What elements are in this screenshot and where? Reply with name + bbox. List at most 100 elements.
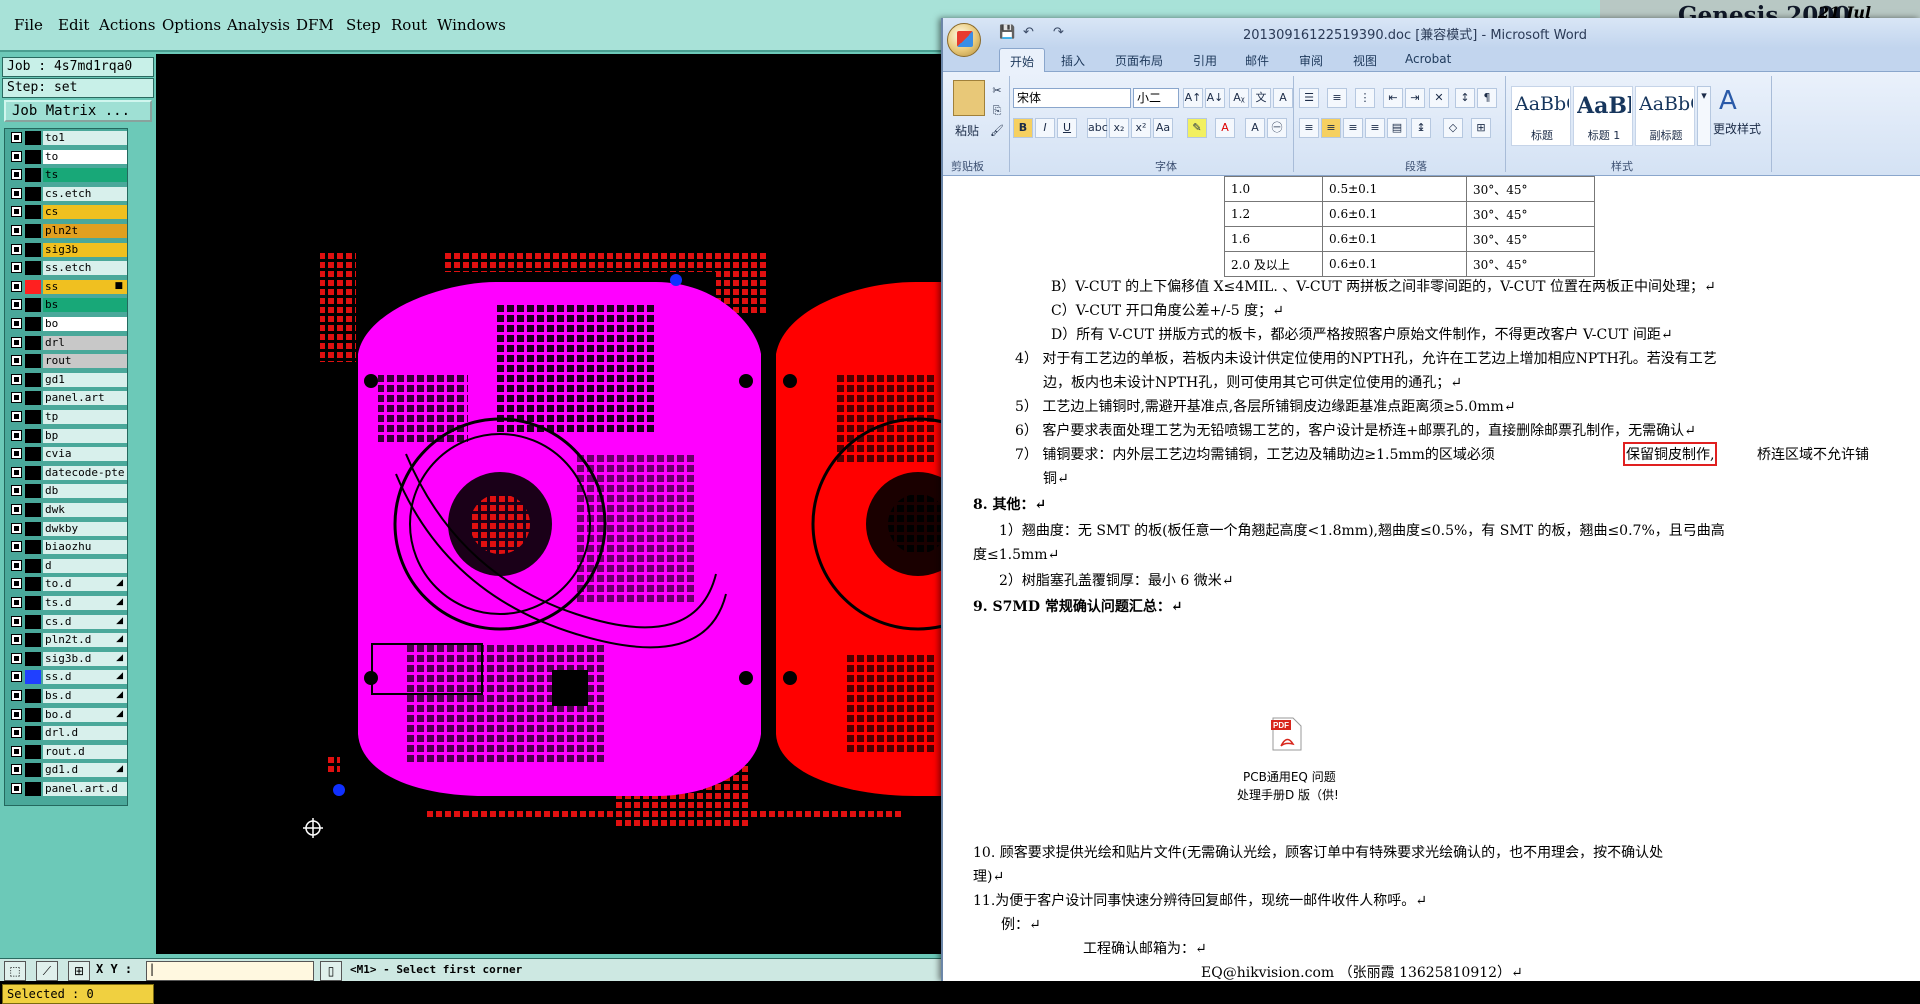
layer-checkbox[interactable] <box>11 187 22 199</box>
layer-name[interactable]: biaozhu <box>43 540 127 555</box>
bullets-icon[interactable]: ☰ <box>1299 88 1319 108</box>
layer-name[interactable]: ss.etch <box>43 261 127 276</box>
menu-windows[interactable]: Windows <box>437 16 506 34</box>
layer-name[interactable]: bs.d <box>43 689 127 703</box>
layer-name[interactable]: gd1 <box>43 372 127 387</box>
layer-checkbox[interactable] <box>11 727 22 739</box>
layer-checkbox[interactable] <box>11 262 22 274</box>
layer-row[interactable]: ss ■ <box>7 279 127 294</box>
layer-color-swatch[interactable] <box>25 614 41 629</box>
layer-color-swatch[interactable] <box>25 503 41 517</box>
layer-checkbox[interactable] <box>11 392 22 404</box>
menu-file[interactable]: File <box>14 16 43 34</box>
layer-color-swatch[interactable] <box>25 763 41 778</box>
layer-color-swatch[interactable] <box>25 577 41 592</box>
layer-name[interactable]: tp <box>43 410 127 424</box>
layer-name[interactable]: dwkby <box>43 521 127 536</box>
layer-name[interactable]: drl.d <box>43 726 127 741</box>
save-icon[interactable]: 💾 <box>999 25 1015 40</box>
menu-actions[interactable]: Actions <box>99 16 155 34</box>
style-title[interactable]: AaBbC(标题 <box>1511 86 1571 146</box>
layer-checkbox[interactable] <box>11 671 22 683</box>
change-styles-label[interactable]: 更改样式 <box>1713 120 1761 137</box>
align-center-icon[interactable]: ≡ <box>1321 118 1341 138</box>
layer-color-swatch[interactable] <box>25 410 41 424</box>
layer-row[interactable]: ts.d ◢ <box>7 596 127 610</box>
layer-checkbox[interactable] <box>11 764 22 776</box>
layer-color-swatch[interactable] <box>25 465 41 480</box>
char-border-icon[interactable]: A <box>1273 88 1293 108</box>
layer-checkbox[interactable] <box>11 466 22 478</box>
layer-checkbox[interactable] <box>11 132 22 143</box>
layer-checkbox[interactable] <box>11 448 22 460</box>
shrink-font-icon[interactable]: A↓ <box>1205 88 1225 108</box>
layer-color-swatch[interactable] <box>25 744 41 759</box>
tab-view[interactable]: 视图 <box>1353 52 1377 69</box>
layer-row[interactable]: dwk <box>7 503 127 517</box>
font-name-select[interactable]: 宋体 <box>1013 88 1131 108</box>
layer-name[interactable]: sig3b.d <box>43 651 127 666</box>
layer-checkbox[interactable] <box>11 206 22 218</box>
layer-name[interactable]: rout <box>43 354 127 369</box>
copy-icon[interactable]: ⎘ <box>987 102 1007 122</box>
layer-checkbox[interactable] <box>11 708 22 720</box>
layer-checkbox[interactable] <box>11 280 22 292</box>
layer-color-swatch[interactable] <box>25 298 41 313</box>
layer-name[interactable]: bs <box>43 298 127 313</box>
layer-color-swatch[interactable] <box>25 782 41 796</box>
layer-checkbox[interactable] <box>11 504 22 515</box>
layer-row[interactable]: ss.d ◢ <box>7 670 127 685</box>
layer-checkbox[interactable] <box>11 373 22 385</box>
layer-color-swatch[interactable] <box>25 224 41 238</box>
layer-row[interactable]: ss.etch <box>7 261 127 276</box>
document-page[interactable]: 1.0 0.5±0.1 30°、45° 1.2 0.6±0.1 30°、45° 1.6 0.6… <box>943 176 1920 981</box>
layer-color-swatch[interactable] <box>25 205 41 220</box>
enclose-char-icon[interactable]: ㊀ <box>1267 118 1287 138</box>
layer-color-swatch[interactable] <box>25 168 41 183</box>
paste-icon[interactable] <box>953 80 985 116</box>
layer-checkbox[interactable] <box>11 299 22 311</box>
strikethrough-icon[interactable]: abc <box>1087 118 1108 138</box>
layer-name[interactable]: bo <box>43 317 127 331</box>
menu-analysis[interactable]: Analysis <box>227 16 290 34</box>
layer-name[interactable]: pln2t <box>43 224 127 238</box>
layer-checkbox[interactable] <box>11 225 22 236</box>
layer-row[interactable]: cvia <box>7 447 127 462</box>
layer-checkbox[interactable] <box>11 690 22 701</box>
office-button[interactable] <box>947 23 981 57</box>
layer-row[interactable]: cs <box>7 205 127 220</box>
layer-row[interactable]: db <box>7 484 127 499</box>
layer-color-swatch[interactable] <box>25 689 41 703</box>
measure-tool-icon[interactable]: ⟋ <box>36 961 58 981</box>
layer-row[interactable]: dwkby <box>7 521 127 536</box>
pdf-icon[interactable]: PDF <box>1271 716 1303 752</box>
layer-name[interactable]: dwk <box>43 503 127 517</box>
layer-color-swatch[interactable] <box>25 372 41 387</box>
show-marks-icon[interactable]: ¶ <box>1477 88 1497 108</box>
layer-checkbox[interactable] <box>11 169 22 181</box>
italic-icon[interactable]: I <box>1035 118 1055 138</box>
layer-name[interactable]: ts <box>43 168 127 183</box>
graphic-canvas[interactable] <box>156 54 941 954</box>
layer-name[interactable]: pln2t.d <box>43 633 127 648</box>
menu-step[interactable]: Step <box>346 16 381 34</box>
superscript-icon[interactable]: x² <box>1131 118 1151 138</box>
layer-color-swatch[interactable] <box>25 484 41 499</box>
layer-checkbox[interactable] <box>11 522 22 534</box>
layer-row[interactable]: bo <box>7 317 127 331</box>
cursor-mode-icon[interactable]: ▯ <box>320 961 342 981</box>
layer-color-swatch[interactable] <box>25 633 41 648</box>
change-styles-icon[interactable]: A <box>1719 86 1737 116</box>
layer-name[interactable]: to1 <box>43 131 127 145</box>
tab-references[interactable]: 引用 <box>1193 52 1217 69</box>
layer-checkbox[interactable] <box>11 429 22 441</box>
layer-checkbox[interactable] <box>11 336 22 348</box>
shading-icon[interactable]: ◇ <box>1443 118 1463 138</box>
cut-icon[interactable]: ✂ <box>987 82 1007 102</box>
layer-checkbox[interactable] <box>11 597 22 608</box>
chinese-layout-icon[interactable]: ✕ <box>1429 88 1449 108</box>
layer-checkbox[interactable] <box>11 559 22 571</box>
layer-name[interactable]: gd1.d <box>43 763 127 778</box>
layer-color-swatch[interactable] <box>25 261 41 276</box>
layer-name[interactable]: cvia <box>43 447 127 462</box>
